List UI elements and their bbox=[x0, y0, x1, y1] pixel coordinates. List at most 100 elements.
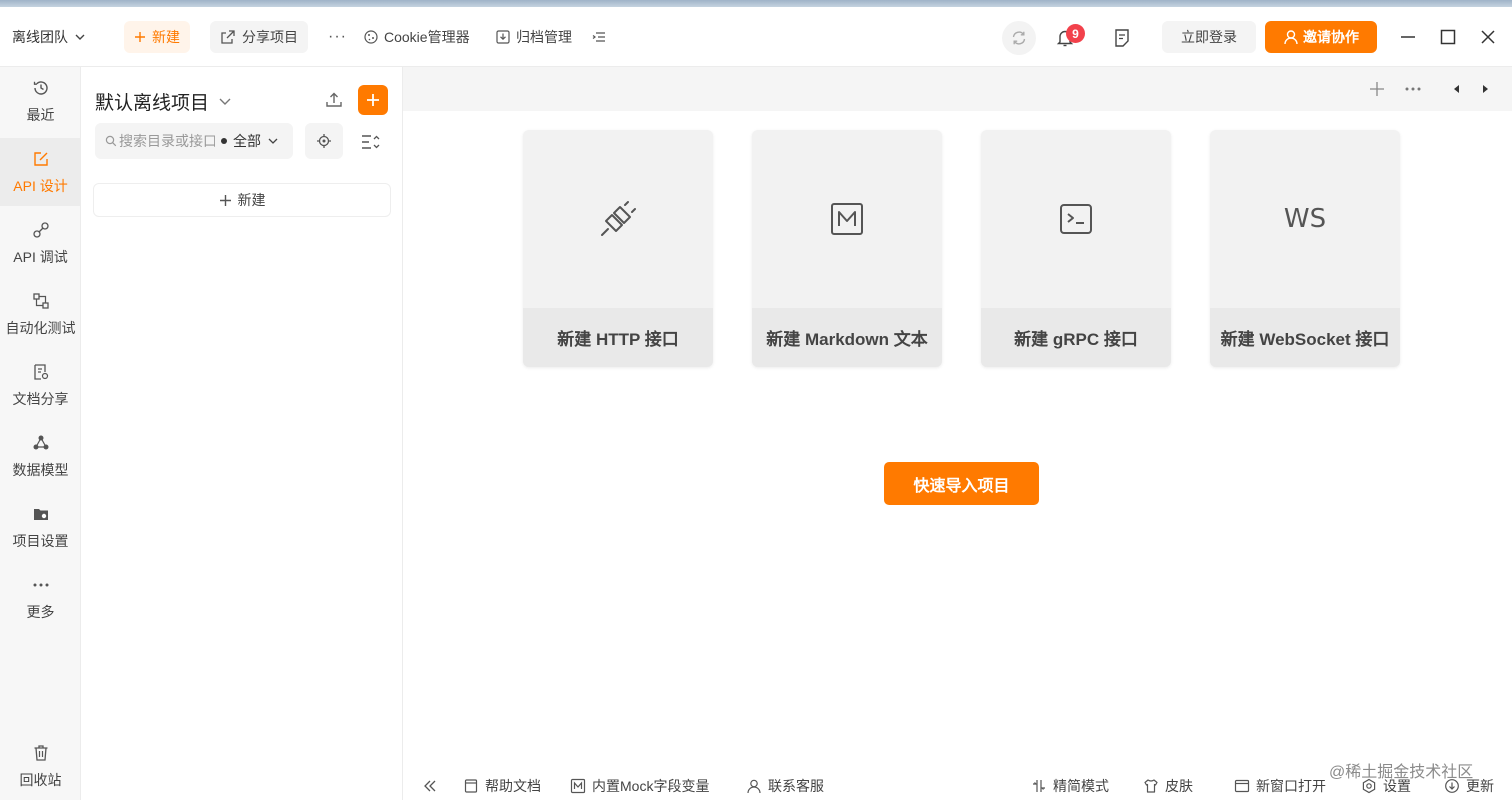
collapse-tree-button[interactable] bbox=[357, 129, 383, 155]
user-icon bbox=[1283, 29, 1299, 45]
close-button[interactable] bbox=[1476, 25, 1500, 49]
markdown-icon bbox=[752, 130, 942, 308]
upload-icon bbox=[325, 91, 343, 109]
share-icon bbox=[220, 29, 236, 45]
caret-left-icon bbox=[1452, 84, 1462, 94]
minimize-button[interactable] bbox=[1396, 25, 1420, 49]
nav-item-doc-share[interactable]: 文档分享 bbox=[0, 351, 81, 419]
sync-button[interactable] bbox=[1002, 21, 1036, 55]
nav-label: 文档分享 bbox=[12, 391, 69, 407]
nav-item-recent[interactable]: 最近 bbox=[0, 67, 81, 135]
panel-new-button[interactable]: 新建 bbox=[93, 183, 391, 217]
maximize-button[interactable] bbox=[1436, 25, 1460, 49]
card-label: 新建 Markdown 文本 bbox=[752, 308, 942, 367]
login-button[interactable]: 立即登录 bbox=[1162, 21, 1256, 53]
contact-support-button[interactable]: 联系客服 bbox=[746, 776, 824, 796]
plus-icon bbox=[1369, 81, 1385, 97]
new-button-label: 新建 bbox=[152, 29, 180, 45]
plug-icon bbox=[523, 130, 713, 308]
add-tab-button[interactable] bbox=[1365, 77, 1389, 101]
share-project-button[interactable]: 分享项目 bbox=[210, 21, 308, 53]
trash-icon bbox=[30, 742, 52, 764]
panel-new-label: 新建 bbox=[237, 192, 266, 208]
ws-icon: WS bbox=[1210, 130, 1400, 308]
invite-collaborate-button[interactable]: 邀请协作 bbox=[1265, 21, 1377, 53]
left-nav: 最近 API 设计 API 调试 自动化测试 文档分享 数据模型 项目设置 更多… bbox=[0, 67, 81, 800]
nav-label: API 调试 bbox=[13, 249, 68, 265]
nav-item-more[interactable]: 更多 bbox=[0, 564, 81, 632]
new-window-button[interactable]: 新窗口打开 bbox=[1234, 776, 1326, 796]
plus-icon bbox=[366, 93, 380, 107]
nav-label: 最近 bbox=[26, 107, 55, 123]
nav-label: API 设计 bbox=[13, 178, 68, 194]
nav-item-auto-test[interactable]: 自动化测试 bbox=[0, 280, 81, 348]
nav-label: 自动化测试 bbox=[5, 320, 76, 336]
flow-icon bbox=[30, 290, 52, 312]
locate-button[interactable] bbox=[305, 123, 343, 159]
quick-import-label: 快速导入项目 bbox=[913, 477, 1010, 495]
filter-label: 全部 bbox=[233, 133, 261, 149]
new-websocket-card[interactable]: WS 新建 WebSocket 接口 bbox=[1210, 130, 1400, 367]
chevron-down-icon bbox=[217, 93, 233, 109]
sync-icon bbox=[1010, 29, 1028, 47]
nav-item-trash[interactable]: 回收站 bbox=[0, 732, 81, 800]
help-docs-label: 帮助文档 bbox=[485, 778, 541, 794]
more-label: ··· bbox=[328, 28, 347, 45]
nav-label: 更多 bbox=[26, 604, 55, 620]
add-button[interactable] bbox=[358, 85, 388, 115]
more-icon bbox=[1404, 86, 1422, 92]
cookie-manager-label: Cookie管理器 bbox=[384, 29, 470, 45]
compact-mode-button[interactable]: 精简模式 bbox=[1031, 776, 1109, 796]
card-label: 新建 gRPC 接口 bbox=[981, 308, 1171, 367]
card-label: 新建 WebSocket 接口 bbox=[1210, 308, 1400, 367]
cookie-icon bbox=[364, 30, 378, 44]
project-title: 默认离线项目 bbox=[95, 92, 210, 114]
link-icon bbox=[30, 219, 52, 241]
quick-import-button[interactable]: 快速导入项目 bbox=[884, 462, 1039, 505]
export-button[interactable] bbox=[321, 87, 347, 113]
mock-variables-button[interactable]: 内置Mock字段变量 bbox=[570, 776, 709, 796]
collapse-sidebar-button[interactable] bbox=[423, 776, 437, 796]
cookie-manager-button[interactable]: Cookie管理器 bbox=[354, 21, 480, 53]
more-menu-button[interactable]: ··· bbox=[318, 21, 357, 53]
plus-icon bbox=[134, 31, 146, 43]
new-http-card[interactable]: 新建 HTTP 接口 bbox=[523, 130, 713, 367]
tab-next-button[interactable] bbox=[1473, 77, 1497, 101]
new-window-label: 新窗口打开 bbox=[1256, 778, 1326, 794]
new-grpc-card[interactable]: 新建 gRPC 接口 bbox=[981, 130, 1171, 367]
top-toolbar: 离线团队 新建 分享项目 ··· Cookie管理器 归档管理 9 立即登录 邀… bbox=[0, 7, 1512, 67]
compact-mode-label: 精简模式 bbox=[1053, 778, 1109, 794]
project-switcher[interactable]: 默认离线项目 bbox=[95, 88, 233, 114]
note-icon bbox=[1113, 28, 1131, 48]
tab-prev-button[interactable] bbox=[1445, 77, 1469, 101]
new-button[interactable]: 新建 bbox=[124, 21, 190, 53]
more-icon bbox=[30, 574, 52, 596]
maximize-icon bbox=[1439, 28, 1457, 46]
nav-item-project-settings[interactable]: 项目设置 bbox=[0, 493, 81, 561]
tab-more-button[interactable] bbox=[1401, 77, 1425, 101]
team-name: 离线团队 bbox=[12, 29, 68, 45]
invite-label: 邀请协作 bbox=[1303, 29, 1359, 45]
double-chevron-left-icon bbox=[423, 779, 437, 793]
search-input[interactable] bbox=[119, 133, 215, 149]
nav-item-api-debug[interactable]: API 调试 bbox=[0, 209, 81, 277]
card-label: 新建 HTTP 接口 bbox=[523, 308, 713, 367]
close-icon bbox=[1479, 28, 1497, 46]
team-switcher[interactable]: 离线团队 bbox=[12, 25, 86, 49]
filter-select[interactable]: 全部 bbox=[221, 131, 279, 151]
list-menu-button[interactable] bbox=[582, 21, 616, 53]
notes-button[interactable] bbox=[1110, 25, 1134, 51]
nav-item-api-design[interactable]: API 设计 bbox=[0, 138, 81, 206]
new-markdown-card[interactable]: 新建 Markdown 文本 bbox=[752, 130, 942, 367]
archive-management-button[interactable]: 归档管理 bbox=[486, 21, 582, 53]
edit-icon bbox=[30, 148, 52, 170]
help-docs-button[interactable]: 帮助文档 bbox=[463, 776, 541, 796]
nav-label: 数据模型 bbox=[12, 462, 69, 478]
skin-button[interactable]: 皮肤 bbox=[1143, 776, 1193, 796]
project-panel: 默认离线项目 全部 bbox=[81, 67, 403, 800]
share-project-label: 分享项目 bbox=[242, 29, 298, 45]
archive-icon bbox=[496, 30, 510, 44]
contact-support-label: 联系客服 bbox=[768, 778, 824, 794]
nav-item-data-model[interactable]: 数据模型 bbox=[0, 422, 81, 490]
search-box: 全部 bbox=[95, 123, 293, 159]
